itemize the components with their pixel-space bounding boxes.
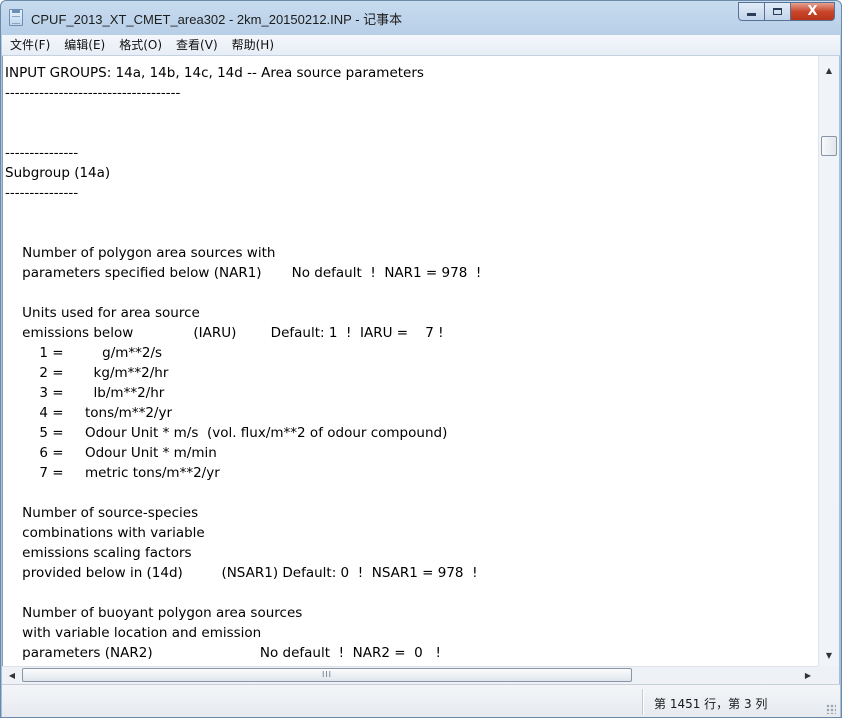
text-line: parameters specified below (NAR1) No def…: [5, 265, 482, 281]
text-line: combinations with variable: [5, 525, 205, 541]
maximize-icon: [773, 8, 782, 15]
text-line: [5, 105, 9, 121]
minimize-icon: [747, 13, 756, 16]
text-line: provided below in (14d) (NSAR1) Default:…: [5, 565, 478, 581]
scroll-left-arrow-icon[interactable]: ◀: [4, 667, 20, 684]
menu-bar: 文件(F) 编辑(E) 格式(O) 查看(V) 帮助(H): [2, 35, 840, 56]
text-line: 1 = g/m**2/s: [5, 345, 163, 361]
text-line: 4 = tons/m**2/yr: [5, 405, 172, 421]
vertical-scroll-thumb[interactable]: [821, 136, 837, 156]
menu-edit[interactable]: 编辑(E): [57, 35, 112, 55]
scroll-right-arrow-icon[interactable]: ▶: [800, 667, 816, 684]
text-line: [5, 225, 9, 241]
menu-format[interactable]: 格式(O): [112, 35, 169, 55]
maximize-button[interactable]: [765, 2, 791, 21]
window-title: CPUF_2013_XT_CMET_area302 - 2km_20150212…: [31, 12, 403, 27]
text-line: INPUT GROUPS: 14a, 14b, 14c, 14d -- Area…: [5, 65, 424, 81]
menu-view[interactable]: 查看(V): [169, 35, 225, 55]
text-line: 7 = metric tons/m**2/yr: [5, 465, 220, 481]
text-line: Number of polygon area sources with: [5, 245, 276, 261]
notepad-icon[interactable]: [9, 9, 23, 26]
text-line: with variable location and emission: [5, 625, 262, 641]
minimize-button[interactable]: [738, 2, 765, 21]
vertical-scrollbar[interactable]: ▲ ▼: [818, 56, 839, 666]
horizontal-scroll-thumb[interactable]: III: [22, 668, 632, 682]
text-line: Number of source-species: [5, 505, 199, 521]
text-line: emissions below (IARU) Default: 1 ! IARU…: [5, 325, 444, 341]
status-divider: [642, 689, 643, 715]
document-text[interactable]: INPUT GROUPS: 14a, 14b, 14c, 14d -- Area…: [3, 56, 818, 666]
text-line: [5, 205, 9, 221]
text-line: [5, 285, 9, 301]
text-line: [5, 485, 9, 501]
text-line: 3 = lb/m**2/hr: [5, 385, 165, 401]
notepad-window: CPUF_2013_XT_CMET_area302 - 2km_20150212…: [0, 0, 842, 718]
close-icon: X: [807, 4, 818, 19]
text-line: 5 = Odour Unit * m/s (vol. flux/m**2 of …: [5, 425, 448, 441]
text-line: 2 = kg/m**2/hr: [5, 365, 169, 381]
menu-help[interactable]: 帮助(H): [225, 35, 281, 55]
title-bar[interactable]: CPUF_2013_XT_CMET_area302 - 2km_20150212…: [1, 1, 841, 35]
cursor-position: 第 1451 行，第 3 列: [654, 697, 768, 711]
text-line: parameters (NAR2) No default ! NAR2 = 0 …: [5, 645, 441, 661]
text-line: emissions scaling factors: [5, 545, 192, 561]
scrollbar-corner: [818, 666, 839, 684]
resize-grip-icon[interactable]: [826, 704, 836, 714]
text-line: 6 = Odour Unit * m/min: [5, 445, 217, 461]
text-line: ------------------------------------: [5, 85, 181, 101]
scroll-down-arrow-icon[interactable]: ▼: [819, 647, 839, 664]
text-line: ---------------: [5, 185, 79, 201]
text-line: Units used for area source: [5, 305, 200, 321]
text-line: Number of buoyant polygon area sources: [5, 605, 303, 621]
scroll-up-arrow-icon[interactable]: ▲: [819, 62, 839, 79]
status-bar: 第 1451 行，第 3 列: [2, 684, 840, 717]
text-line: [5, 585, 9, 601]
caption-buttons: X: [738, 2, 835, 22]
text-line: Subgroup (14a): [5, 165, 111, 181]
close-button[interactable]: X: [791, 2, 835, 21]
text-line: ---------------: [5, 145, 79, 161]
text-editor[interactable]: INPUT GROUPS: 14a, 14b, 14c, 14d -- Area…: [2, 56, 818, 666]
menu-file[interactable]: 文件(F): [2, 35, 57, 55]
scroll-grip-icon: III: [321, 670, 333, 679]
horizontal-scrollbar[interactable]: ◀ III ▶: [2, 666, 818, 684]
text-line: [5, 125, 9, 141]
